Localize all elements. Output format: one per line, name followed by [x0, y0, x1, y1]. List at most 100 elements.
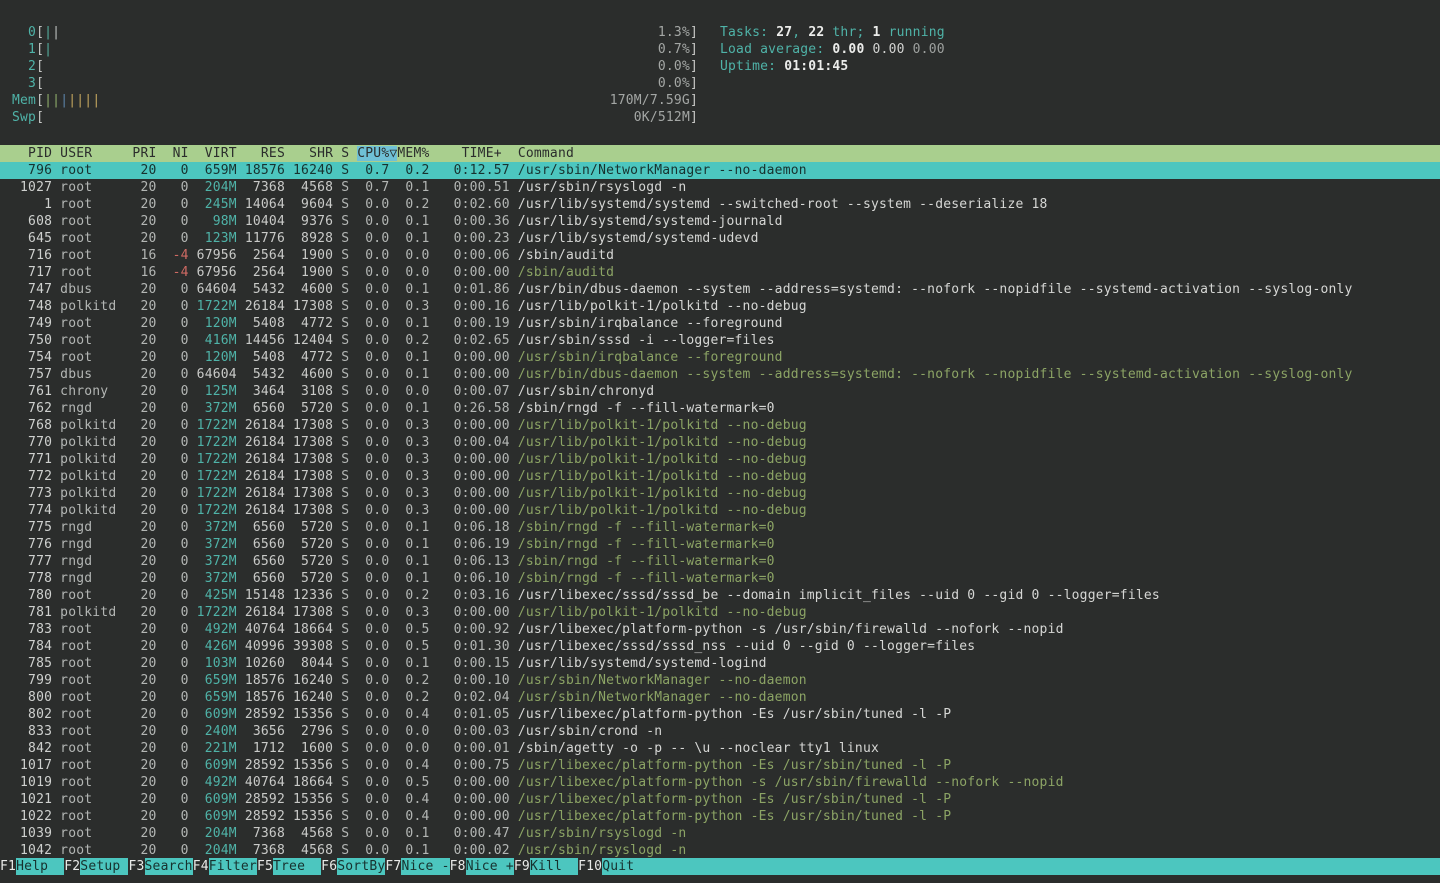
process-row-1042[interactable]: 1042 root 20 0 204M 7368 4568 S 0.0 0.1 … [0, 842, 1440, 859]
process-row-645[interactable]: 645 root 20 0 123M 11776 8928 S 0.0 0.1 … [0, 230, 1440, 247]
process-row-749[interactable]: 749 root 20 0 120M 5408 4772 S 0.0 0.1 0… [0, 315, 1440, 332]
column-header-pri[interactable]: PRI [132, 146, 156, 161]
meter-bar: | [52, 92, 60, 109]
process-row-608[interactable]: 608 root 20 0 98M 10404 9376 S 0.0 0.1 0… [0, 213, 1440, 230]
process-row-842[interactable]: 842 root 20 0 221M 1712 1600 S 0.0 0.0 0… [0, 740, 1440, 757]
fkey-f6-sortby[interactable]: F6SortBy [321, 858, 385, 875]
process-row-796[interactable]: 796 root 20 0 659M 18576 16240 S 0.7 0.2… [0, 162, 1440, 179]
column-header-res[interactable]: RES [245, 146, 285, 161]
process-row-780[interactable]: 780 root 20 0 425M 15148 12336 S 0.0 0.2… [0, 587, 1440, 604]
process-row-1019[interactable]: 1019 root 20 0 492M 40764 18664 S 0.0 0.… [0, 774, 1440, 791]
time-cell: 0:00.15 [438, 656, 510, 671]
process-row-716[interactable]: 716 root 16 -4 67956 2564 1900 S 0.0 0.0… [0, 247, 1440, 264]
res-cell: 3656 [245, 724, 285, 739]
fkey-f5-tree[interactable]: F5Tree [257, 858, 321, 875]
mem-cell: 0.5 [397, 622, 429, 637]
process-row-754[interactable]: 754 root 20 0 120M 5408 4772 S 0.0 0.1 0… [0, 349, 1440, 366]
process-row-778[interactable]: 778 rngd 20 0 372M 6560 5720 S 0.0 0.1 0… [0, 570, 1440, 587]
column-header-user[interactable]: USER [60, 146, 132, 161]
nice-cell: 0 [165, 843, 189, 858]
process-row-762[interactable]: 762 rngd 20 0 372M 6560 5720 S 0.0 0.1 0… [0, 400, 1440, 417]
process-row-1027[interactable]: 1027 root 20 0 204M 7368 4568 S 0.7 0.1 … [0, 179, 1440, 196]
fkey-f1-help[interactable]: F1Help [0, 858, 64, 875]
nice-cell: 0 [165, 520, 189, 535]
res-cell: 18576 [245, 163, 285, 178]
fkey-label: Kill [530, 858, 578, 875]
fkey-f10-quit[interactable]: F10Quit [578, 858, 1440, 875]
process-row-1022[interactable]: 1022 root 20 0 609M 28592 15356 S 0.0 0.… [0, 808, 1440, 825]
process-row-1017[interactable]: 1017 root 20 0 609M 28592 15356 S 0.0 0.… [0, 757, 1440, 774]
process-row-781[interactable]: 781 polkitd 20 0 1722M 26184 17308 S 0.0… [0, 604, 1440, 621]
swp-meter-label: Swp [12, 109, 36, 126]
fkey-f3-search[interactable]: F3Search [128, 858, 192, 875]
pid-cell: 768 [12, 418, 52, 433]
process-row-757[interactable]: 757 dbus 20 0 64604 5432 4600 S 0.0 0.1 … [0, 366, 1440, 383]
nice-cell: 0 [165, 163, 189, 178]
process-row-773[interactable]: 773 polkitd 20 0 1722M 26184 17308 S 0.0… [0, 485, 1440, 502]
user-cell: root [60, 231, 132, 246]
fkey-key: F7 [385, 858, 401, 875]
process-row-783[interactable]: 783 root 20 0 492M 40764 18664 S 0.0 0.5… [0, 621, 1440, 638]
fkey-f4-filter[interactable]: F4Filter [193, 858, 257, 875]
process-row-802[interactable]: 802 root 20 0 609M 28592 15356 S 0.0 0.4… [0, 706, 1440, 723]
process-row-772[interactable]: 772 polkitd 20 0 1722M 26184 17308 S 0.0… [0, 468, 1440, 485]
process-row-771[interactable]: 771 polkitd 20 0 1722M 26184 17308 S 0.0… [0, 451, 1440, 468]
process-row-775[interactable]: 775 rngd 20 0 372M 6560 5720 S 0.0 0.1 0… [0, 519, 1440, 536]
fkey-f8-nice-[interactable]: F8Nice + [450, 858, 514, 875]
column-header-mem[interactable]: MEM% [397, 146, 429, 161]
state-cell: S [341, 690, 349, 705]
mem-cell: 0.1 [397, 316, 429, 331]
command-cell: /usr/sbin/rsyslogd -n [518, 180, 687, 195]
process-row-774[interactable]: 774 polkitd 20 0 1722M 26184 17308 S 0.0… [0, 502, 1440, 519]
process-row-750[interactable]: 750 root 20 0 416M 14456 12404 S 0.0 0.2… [0, 332, 1440, 349]
process-row-748[interactable]: 748 polkitd 20 0 1722M 26184 17308 S 0.0… [0, 298, 1440, 315]
process-row-1039[interactable]: 1039 root 20 0 204M 7368 4568 S 0.0 0.1 … [0, 825, 1440, 842]
fkey-f2-setup[interactable]: F2Setup [64, 858, 128, 875]
process-row-833[interactable]: 833 root 20 0 240M 3656 2796 S 0.0 0.0 0… [0, 723, 1440, 740]
mem-meter: Mem[|||||||170M/7.59G] [12, 92, 698, 109]
res-cell: 26184 [245, 605, 285, 620]
time-cell: 0:00.00 [438, 605, 510, 620]
state-cell: S [341, 792, 349, 807]
shr-cell: 12404 [293, 333, 333, 348]
process-row-761[interactable]: 761 chrony 20 0 125M 3464 3108 S 0.0 0.0… [0, 383, 1440, 400]
process-row-784[interactable]: 784 root 20 0 426M 40996 39308 S 0.0 0.5… [0, 638, 1440, 655]
pid-cell: 775 [12, 520, 52, 535]
column-header-cpu-sorted[interactable]: CPU%▽ [357, 146, 397, 161]
process-row-770[interactable]: 770 polkitd 20 0 1722M 26184 17308 S 0.0… [0, 434, 1440, 451]
column-header-command[interactable]: Command [518, 146, 574, 161]
res-cell: 18576 [245, 673, 285, 688]
process-row-1[interactable]: 1 root 20 0 245M 14064 9604 S 0.0 0.2 0:… [0, 196, 1440, 213]
process-row-785[interactable]: 785 root 20 0 103M 10260 8044 S 0.0 0.1 … [0, 655, 1440, 672]
shr-cell: 3108 [293, 384, 333, 399]
process-row-800[interactable]: 800 root 20 0 659M 18576 16240 S 0.0 0.2… [0, 689, 1440, 706]
command-cell: /sbin/agetty -o -p -- \u --noclear tty1 … [518, 741, 879, 756]
process-row-776[interactable]: 776 rngd 20 0 372M 6560 5720 S 0.0 0.1 0… [0, 536, 1440, 553]
process-row-747[interactable]: 747 dbus 20 0 64604 5432 4600 S 0.0 0.1 … [0, 281, 1440, 298]
state-cell: S [341, 248, 349, 263]
cpu-cell: 0.0 [357, 333, 389, 348]
column-header-state[interactable]: S [341, 146, 349, 161]
process-row-768[interactable]: 768 polkitd 20 0 1722M 26184 17308 S 0.0… [0, 417, 1440, 434]
user-cell: root [60, 690, 132, 705]
process-row-1021[interactable]: 1021 root 20 0 609M 28592 15356 S 0.0 0.… [0, 791, 1440, 808]
process-row-799[interactable]: 799 root 20 0 659M 18576 16240 S 0.0 0.2… [0, 672, 1440, 689]
pri-cell: 20 [132, 299, 156, 314]
fkey-f7-nice-[interactable]: F7Nice - [385, 858, 449, 875]
process-row-777[interactable]: 777 rngd 20 0 372M 6560 5720 S 0.0 0.1 0… [0, 553, 1440, 570]
user-cell: rngd [60, 571, 132, 586]
nice-cell: 0 [165, 401, 189, 416]
column-header-time[interactable]: TIME+ [438, 146, 518, 161]
fkey-f9-kill[interactable]: F9Kill [514, 858, 578, 875]
column-header-pid[interactable]: PID [12, 146, 52, 161]
command-cell: /usr/libexec/platform-python -Es /usr/sb… [518, 809, 951, 824]
process-table-header[interactable]: PID USER PRI NI VIRT RES SHR S CPU%▽MEM%… [0, 145, 1440, 162]
column-header-virt[interactable]: VIRT [197, 146, 237, 161]
state-cell: S [341, 350, 349, 365]
virt-cell: 426M [197, 639, 237, 654]
virt-cell: 1722M [197, 418, 237, 433]
column-header-ni[interactable]: NI [165, 146, 189, 161]
column-header-shr[interactable]: SHR [293, 146, 333, 161]
process-row-717[interactable]: 717 root 16 -4 67956 2564 1900 S 0.0 0.0… [0, 264, 1440, 281]
res-cell: 40764 [245, 775, 285, 790]
